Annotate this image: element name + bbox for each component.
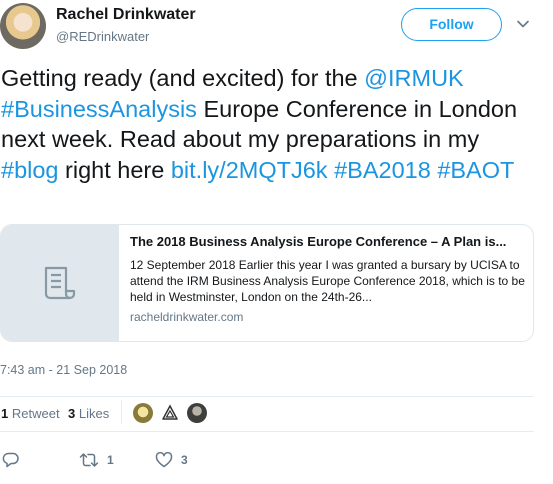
tweet-link[interactable]: #BA2018 [334, 157, 431, 183]
chevron-down-icon[interactable] [516, 17, 530, 31]
follow-button[interactable]: Follow [401, 8, 502, 41]
tweet-header: Rachel Drinkwater @REDrinkwater Follow [0, 0, 553, 60]
card-title[interactable]: The 2018 Business Analysis Europe Confer… [130, 234, 526, 252]
tweet-link[interactable]: #BusinessAnalysis [1, 96, 197, 122]
tweet-text-segment: Getting ready (and excited) for the [1, 65, 365, 91]
card-description: 12 September 2018 Earlier this year I wa… [130, 258, 525, 304]
reply-button[interactable] [2, 450, 20, 470]
retweeter-avatar[interactable] [187, 403, 207, 423]
retweets-label: Retweet [11, 406, 60, 421]
retweets-count: 1 [1, 406, 9, 421]
tweet-text: Getting ready (and excited) for the @IRM… [1, 63, 541, 185]
author-avatar[interactable] [0, 3, 46, 49]
link-preview-card[interactable]: The 2018 Business Analysis Europe Confer… [0, 224, 534, 342]
retweet-icon [79, 453, 99, 467]
tweet-stats: 1 Retweet 3 Likes [0, 396, 534, 430]
likes-stat[interactable]: 3 Likes [68, 406, 109, 421]
like-button[interactable]: 3 [155, 450, 188, 470]
reply-icon [2, 452, 19, 468]
liker-avatar[interactable] [160, 403, 180, 423]
stats-divider [121, 400, 122, 424]
card-domain: racheldrinkwater.com [130, 310, 244, 324]
liker-avatar[interactable] [133, 403, 153, 423]
tweet-link[interactable]: @IRMUK [364, 65, 464, 91]
divider [0, 431, 534, 432]
author-handle[interactable]: @REDrinkwater [56, 29, 149, 44]
tweet-link[interactable]: bit.ly/2MQTJ6k [171, 157, 328, 183]
heart-icon [155, 451, 173, 468]
tweet-actions: 1 3 [0, 448, 534, 472]
likes-count: 3 [68, 406, 76, 421]
author-name[interactable]: Rachel Drinkwater [56, 6, 196, 24]
tweet-link[interactable]: #BAOT [437, 157, 514, 183]
card-thumbnail [1, 225, 119, 341]
tweet-text-segment: right here [58, 156, 171, 183]
document-icon [44, 266, 76, 300]
card-body: The 2018 Business Analysis Europe Confer… [130, 234, 526, 324]
tweet-link[interactable]: #blog [1, 157, 59, 183]
like-count: 3 [181, 453, 188, 467]
retweet-count: 1 [107, 453, 114, 467]
retweet-button[interactable]: 1 [79, 450, 114, 470]
retweets-stat[interactable]: 1 Retweet [1, 406, 60, 421]
likes-label: Likes [78, 406, 110, 421]
tweet-timestamp[interactable]: 7:43 am - 21 Sep 2018 [0, 363, 127, 377]
